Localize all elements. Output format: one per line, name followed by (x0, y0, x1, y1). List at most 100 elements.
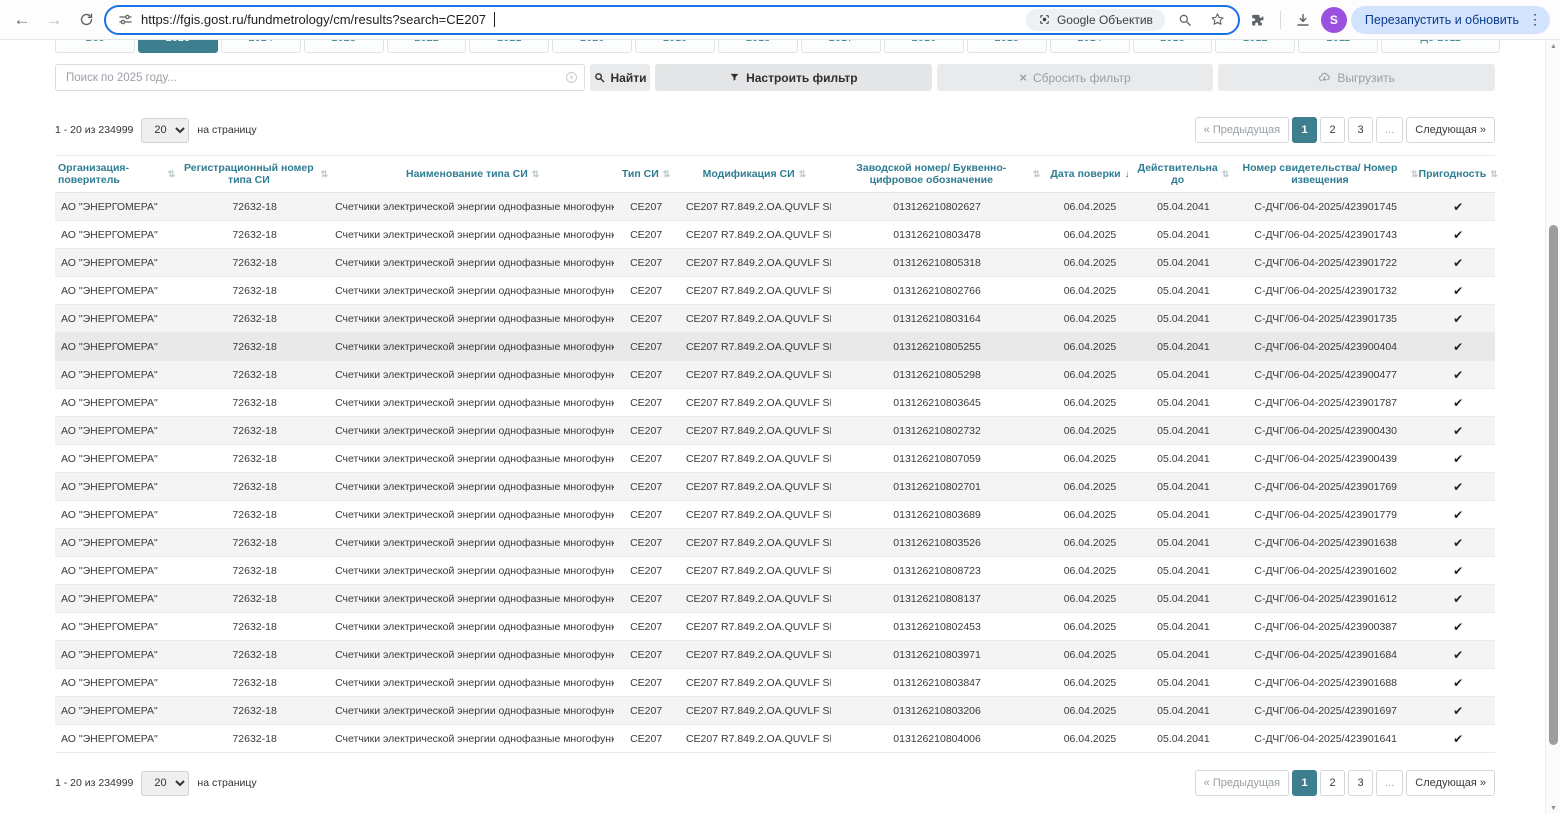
column-header-org[interactable]: Организация-поверитель⇅ (55, 156, 178, 193)
scroll-down-arrow[interactable]: ▼ (1546, 805, 1560, 812)
profile-avatar[interactable]: S (1321, 7, 1347, 33)
download-icon[interactable] (1289, 6, 1317, 34)
page-button-3[interactable]: 3 (1348, 770, 1373, 796)
url-text[interactable]: https://fgis.gost.ru/fundmetrology/cm/re… (141, 12, 486, 27)
table-row[interactable]: АО "ЭНЕРГОМЕРА"72632-18Счетчики электрич… (55, 333, 1495, 361)
scrollbar-thumb[interactable] (1549, 225, 1558, 745)
forward-button[interactable]: → (40, 6, 68, 34)
address-bar[interactable]: https://fgis.gost.ru/fundmetrology/cm/re… (104, 5, 1240, 35)
prev-page-button[interactable]: « Предыдущая (1195, 770, 1289, 796)
page-button-1[interactable]: 1 (1292, 117, 1317, 143)
tab-year-2021[interactable]: 2021 (469, 40, 549, 53)
per-page-select[interactable]: 20 (141, 118, 189, 143)
export-button[interactable]: Выгрузить (1218, 64, 1495, 91)
sort-icon[interactable]: ⇅ (1411, 169, 1419, 180)
next-page-button[interactable]: Следующая » (1406, 770, 1495, 796)
table-row[interactable]: АО "ЭНЕРГОМЕРА"72632-18Счетчики электрич… (55, 669, 1495, 697)
tab-year-2015[interactable]: 2015 (967, 40, 1047, 53)
tab-year-2018[interactable]: 2018 (718, 40, 798, 53)
tab-year-2017[interactable]: 2017 (801, 40, 881, 53)
menu-kebab-icon[interactable]: ⋮ (1528, 11, 1542, 28)
tab-year-2012[interactable]: 2012 (1215, 40, 1295, 53)
google-lens-button[interactable]: Google Объектив (1026, 9, 1165, 31)
next-page-button[interactable]: Следующая » (1406, 117, 1495, 143)
cell-date: 06.04.2025 (1043, 473, 1136, 501)
tab-year-2025[interactable]: 2025 (138, 40, 218, 53)
table-row[interactable]: АО "ЭНЕРГОМЕРА"72632-18Счетчики электрич… (55, 613, 1495, 641)
column-header-cert[interactable]: Номер свидетельства/ Номер извещения⇅ (1230, 156, 1421, 193)
sort-icon[interactable]: ⇅ (1222, 169, 1230, 180)
tab-year-До 2011[interactable]: До 2011 (1381, 40, 1500, 53)
find-button[interactable]: Найти (590, 64, 650, 91)
page-ellipsis[interactable]: ... (1376, 770, 1403, 796)
cell-mod: CE207 R7.849.2.OA.QUVLF SPDS (678, 361, 831, 389)
column-header-valid[interactable]: Действительна до⇅ (1137, 156, 1230, 193)
cell-serial: 013126210802627 (831, 193, 1043, 221)
sort-icon[interactable]: ⇅ (1033, 169, 1041, 180)
table-row[interactable]: АО "ЭНЕРГОМЕРА"72632-18Счетчики электрич… (55, 529, 1495, 557)
bookmark-star-icon[interactable] (1205, 12, 1230, 27)
search-input[interactable] (55, 64, 585, 91)
column-header-date[interactable]: Дата поверки↓ (1043, 156, 1136, 193)
sort-icon[interactable]: ⇅ (532, 169, 540, 180)
tab-year-2019[interactable]: 2019 (635, 40, 715, 53)
table-row[interactable]: АО "ЭНЕРГОМЕРА"72632-18Счетчики электрич… (55, 501, 1495, 529)
back-button[interactable]: ← (8, 6, 36, 34)
table-row[interactable]: АО "ЭНЕРГОМЕРА"72632-18Счетчики электрич… (55, 221, 1495, 249)
reload-button[interactable] (72, 6, 100, 34)
table-row[interactable]: АО "ЭНЕРГОМЕРА"72632-18Счетчики электрич… (55, 697, 1495, 725)
page-button-2[interactable]: 2 (1320, 770, 1345, 796)
search-icon[interactable] (1173, 13, 1197, 27)
tab-year-2011[interactable]: 2011 (1298, 40, 1378, 53)
column-header-serial[interactable]: Заводской номер/ Буквенно-цифровое обозн… (831, 156, 1043, 193)
table-row[interactable]: АО "ЭНЕРГОМЕРА"72632-18Счетчики электрич… (55, 249, 1495, 277)
tab-year-2013[interactable]: 2013 (1133, 40, 1213, 53)
table-row[interactable]: АО "ЭНЕРГОМЕРА"72632-18Счетчики электрич… (55, 389, 1495, 417)
vertical-scrollbar[interactable]: ▲ ▼ (1545, 40, 1560, 814)
column-header-mod[interactable]: Модификация СИ⇅ (678, 156, 831, 193)
page-ellipsis[interactable]: ... (1376, 117, 1403, 143)
table-row[interactable]: АО "ЭНЕРГОМЕРА"72632-18Счетчики электрич… (55, 641, 1495, 669)
table-row[interactable]: АО "ЭНЕРГОМЕРА"72632-18Счетчики электрич… (55, 557, 1495, 585)
tab-year-2016[interactable]: 2016 (884, 40, 964, 53)
tab-year-2014[interactable]: 2014 (1050, 40, 1130, 53)
column-header-reg[interactable]: Регистрационный номер типа СИ⇅ (178, 156, 331, 193)
cell-org: АО "ЭНЕРГОМЕРА" (55, 501, 178, 529)
sort-icon[interactable]: ⇅ (168, 169, 176, 180)
table-row[interactable]: АО "ЭНЕРГОМЕРА"72632-18Счетчики электрич… (55, 725, 1495, 753)
table-row[interactable]: АО "ЭНЕРГОМЕРА"72632-18Счетчики электрич… (55, 417, 1495, 445)
table-row[interactable]: АО "ЭНЕРГОМЕРА"72632-18Счетчики электрич… (55, 445, 1495, 473)
table-row[interactable]: АО "ЭНЕРГОМЕРА"72632-18Счетчики электрич… (55, 305, 1495, 333)
sort-icon[interactable]: ⇅ (1490, 169, 1498, 180)
configure-filter-button[interactable]: Настроить фильтр (655, 64, 932, 91)
reset-filter-button[interactable]: × Сбросить фильтр (937, 64, 1214, 91)
tab-year-Все[interactable]: Все (55, 40, 135, 53)
site-settings-icon[interactable] (118, 12, 133, 27)
per-page-select[interactable]: 20 (141, 771, 189, 796)
column-header-name[interactable]: Наименование типа СИ⇅ (331, 156, 614, 193)
page-button-2[interactable]: 2 (1320, 117, 1345, 143)
sort-desc-icon[interactable]: ↓ (1125, 169, 1130, 180)
page-button-3[interactable]: 3 (1348, 117, 1373, 143)
clear-search-icon[interactable]: × (566, 72, 577, 83)
column-header-fit[interactable]: Пригодность⇅ (1421, 156, 1495, 193)
tab-year-2023[interactable]: 2023 (304, 40, 384, 53)
table-row[interactable]: АО "ЭНЕРГОМЕРА"72632-18Счетчики электрич… (55, 585, 1495, 613)
extensions-icon[interactable] (1244, 6, 1272, 34)
cell-mod: CE207 R7.849.2.OA.QUVLF SPDS (678, 445, 831, 473)
relaunch-update-button[interactable]: Перезапустить и обновить ⋮ (1351, 6, 1550, 34)
table-row[interactable]: АО "ЭНЕРГОМЕРА"72632-18Счетчики электрич… (55, 193, 1495, 221)
table-row[interactable]: АО "ЭНЕРГОМЕРА"72632-18Счетчики электрич… (55, 473, 1495, 501)
sort-icon[interactable]: ⇅ (799, 169, 807, 180)
tab-year-2020[interactable]: 2020 (552, 40, 632, 53)
table-row[interactable]: АО "ЭНЕРГОМЕРА"72632-18Счетчики электрич… (55, 361, 1495, 389)
prev-page-button[interactable]: « Предыдущая (1195, 117, 1289, 143)
tab-year-2024[interactable]: 2024 (221, 40, 301, 53)
sort-icon[interactable]: ⇅ (321, 169, 329, 180)
tab-year-2022[interactable]: 2022 (387, 40, 467, 53)
sort-icon[interactable]: ⇅ (663, 169, 671, 180)
column-header-type[interactable]: Тип СИ⇅ (614, 156, 678, 193)
table-row[interactable]: АО "ЭНЕРГОМЕРА"72632-18Счетчики электрич… (55, 277, 1495, 305)
page-button-1[interactable]: 1 (1292, 770, 1317, 796)
scroll-up-arrow[interactable]: ▲ (1546, 43, 1560, 50)
